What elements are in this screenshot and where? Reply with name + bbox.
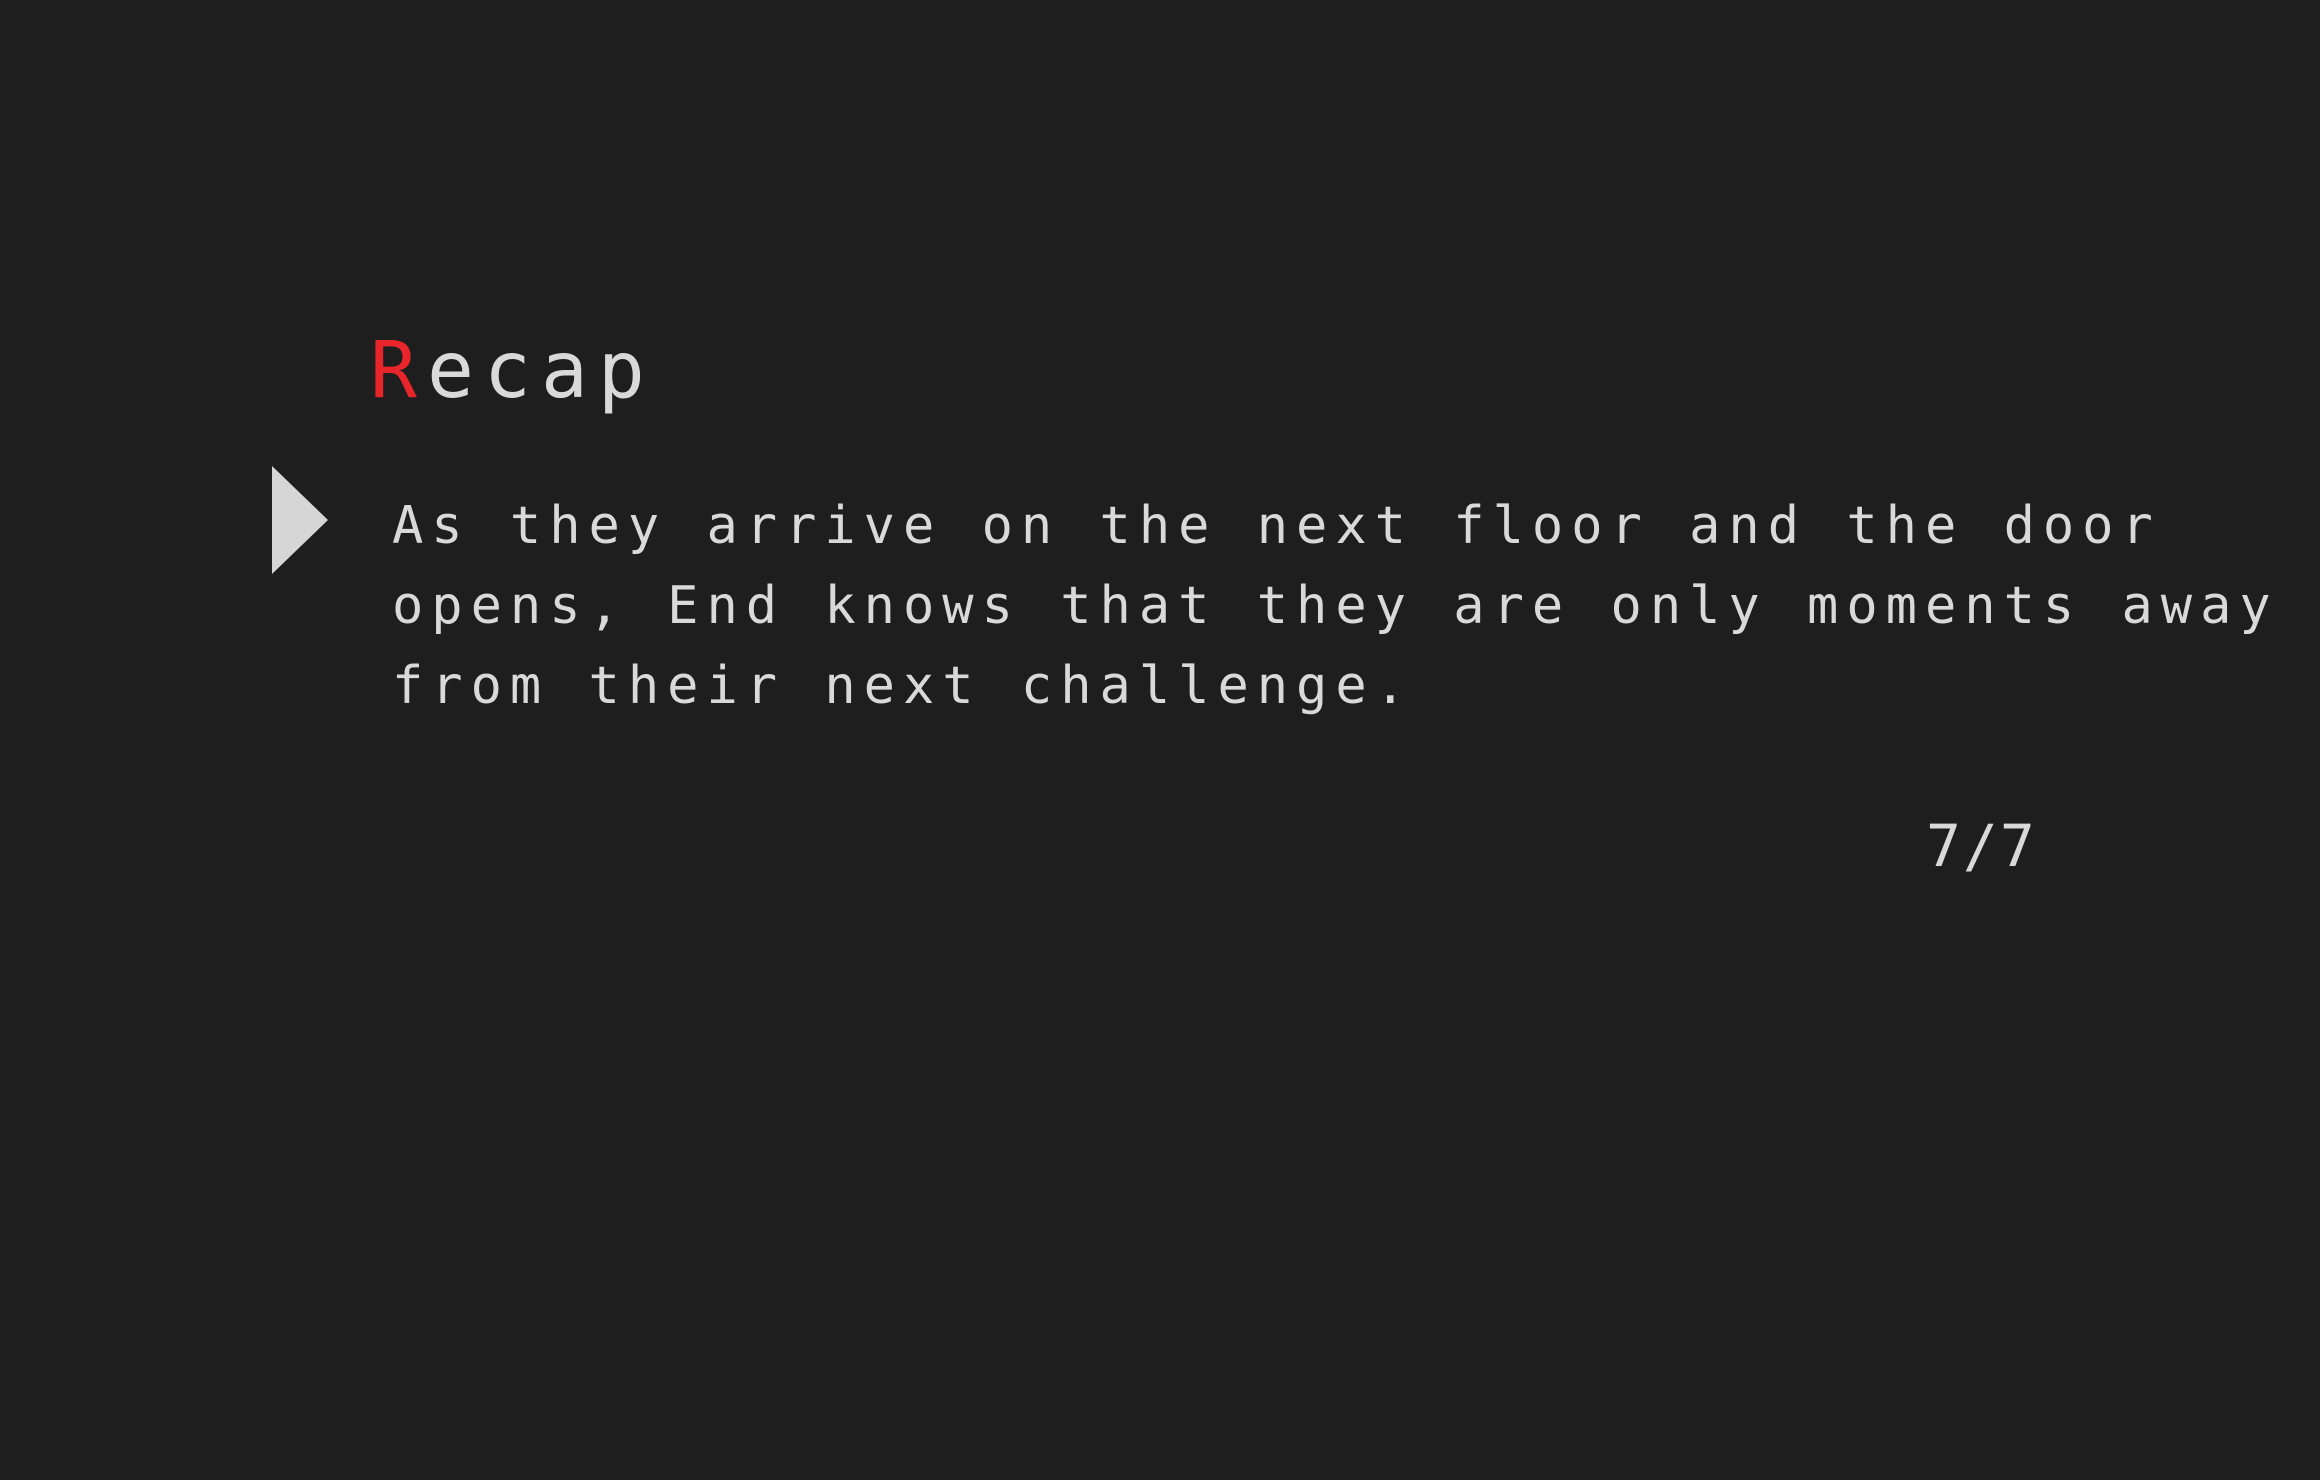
- title-rest: ecap: [426, 326, 655, 416]
- page-counter: 7/7: [1926, 812, 2037, 880]
- dialogue-line: from their next challenge.: [392, 656, 1414, 716]
- title-first-letter: R: [370, 326, 427, 416]
- advance-arrow-shape: [272, 466, 328, 574]
- recap-screen: Recap As they arrive on the next floor a…: [0, 0, 2320, 1480]
- dialogue-text: As they arrive on the next floor and the…: [392, 486, 2279, 726]
- dialogue-line: As they arrive on the next floor and the…: [392, 496, 2161, 556]
- play-triangle-icon[interactable]: [272, 466, 328, 574]
- dialogue-line: opens, End knows that they are only mome…: [392, 576, 2279, 636]
- recap-title: Recap: [370, 318, 655, 424]
